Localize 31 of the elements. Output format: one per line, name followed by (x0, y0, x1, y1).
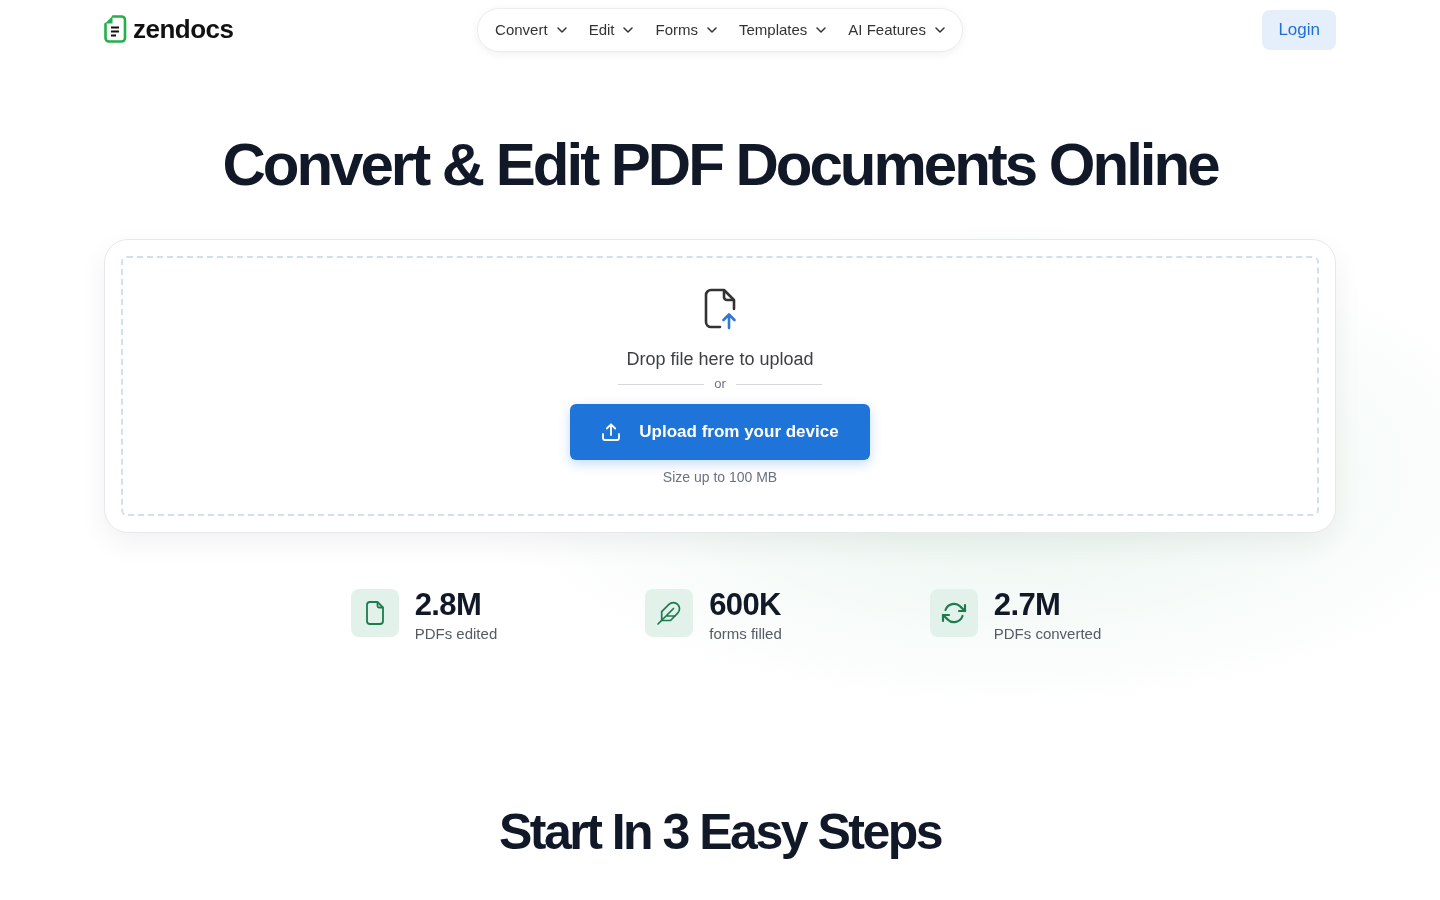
chevron-down-icon (816, 27, 827, 33)
chevron-down-icon (623, 27, 634, 33)
stat-label: PDFs edited (414, 624, 498, 644)
nav-menu-button[interactable]: Forms (644, 10, 728, 50)
stat-label: forms filled (709, 624, 782, 644)
chevron-down-icon (707, 27, 717, 33)
size-limit-note: Size up to 100 MB (662, 468, 778, 487)
document-logo-icon (104, 15, 127, 44)
stat-value: 2.7M (993, 589, 1062, 621)
document-icon (350, 589, 399, 637)
drop-zone[interactable]: Drop file here to upload or Upload from your device Size up to 100 MB (121, 256, 1319, 516)
divider-text: or (714, 376, 726, 392)
section-heading: Start In 3 Easy Steps (497, 803, 943, 862)
nav-menu-button[interactable]: Convert (484, 10, 578, 50)
nav-menu-button[interactable]: Edit (577, 10, 645, 50)
logo-link[interactable]: zendocs (104, 9, 234, 49)
nav-menu-button[interactable]: AI Features (837, 10, 956, 50)
upload-icon (601, 422, 622, 442)
login-button[interactable]: Login (1262, 10, 1336, 50)
upload-button[interactable]: Upload from your device (570, 404, 870, 460)
stat-label: PDFs converted (993, 624, 1102, 644)
chevron-down-icon (556, 27, 567, 33)
file-upload-icon (703, 288, 737, 330)
stat-value: 600K (709, 589, 782, 621)
upload-prompt: Drop file here to upload (626, 348, 814, 371)
page-heading: Convert & Edit PDF Documents Online (221, 130, 1220, 200)
chevron-down-icon (934, 27, 945, 33)
feather-icon (645, 589, 694, 637)
nav-menu-button[interactable]: Templates (728, 10, 838, 50)
stat-value: 2.8M (414, 589, 483, 621)
refresh-icon (929, 589, 978, 637)
